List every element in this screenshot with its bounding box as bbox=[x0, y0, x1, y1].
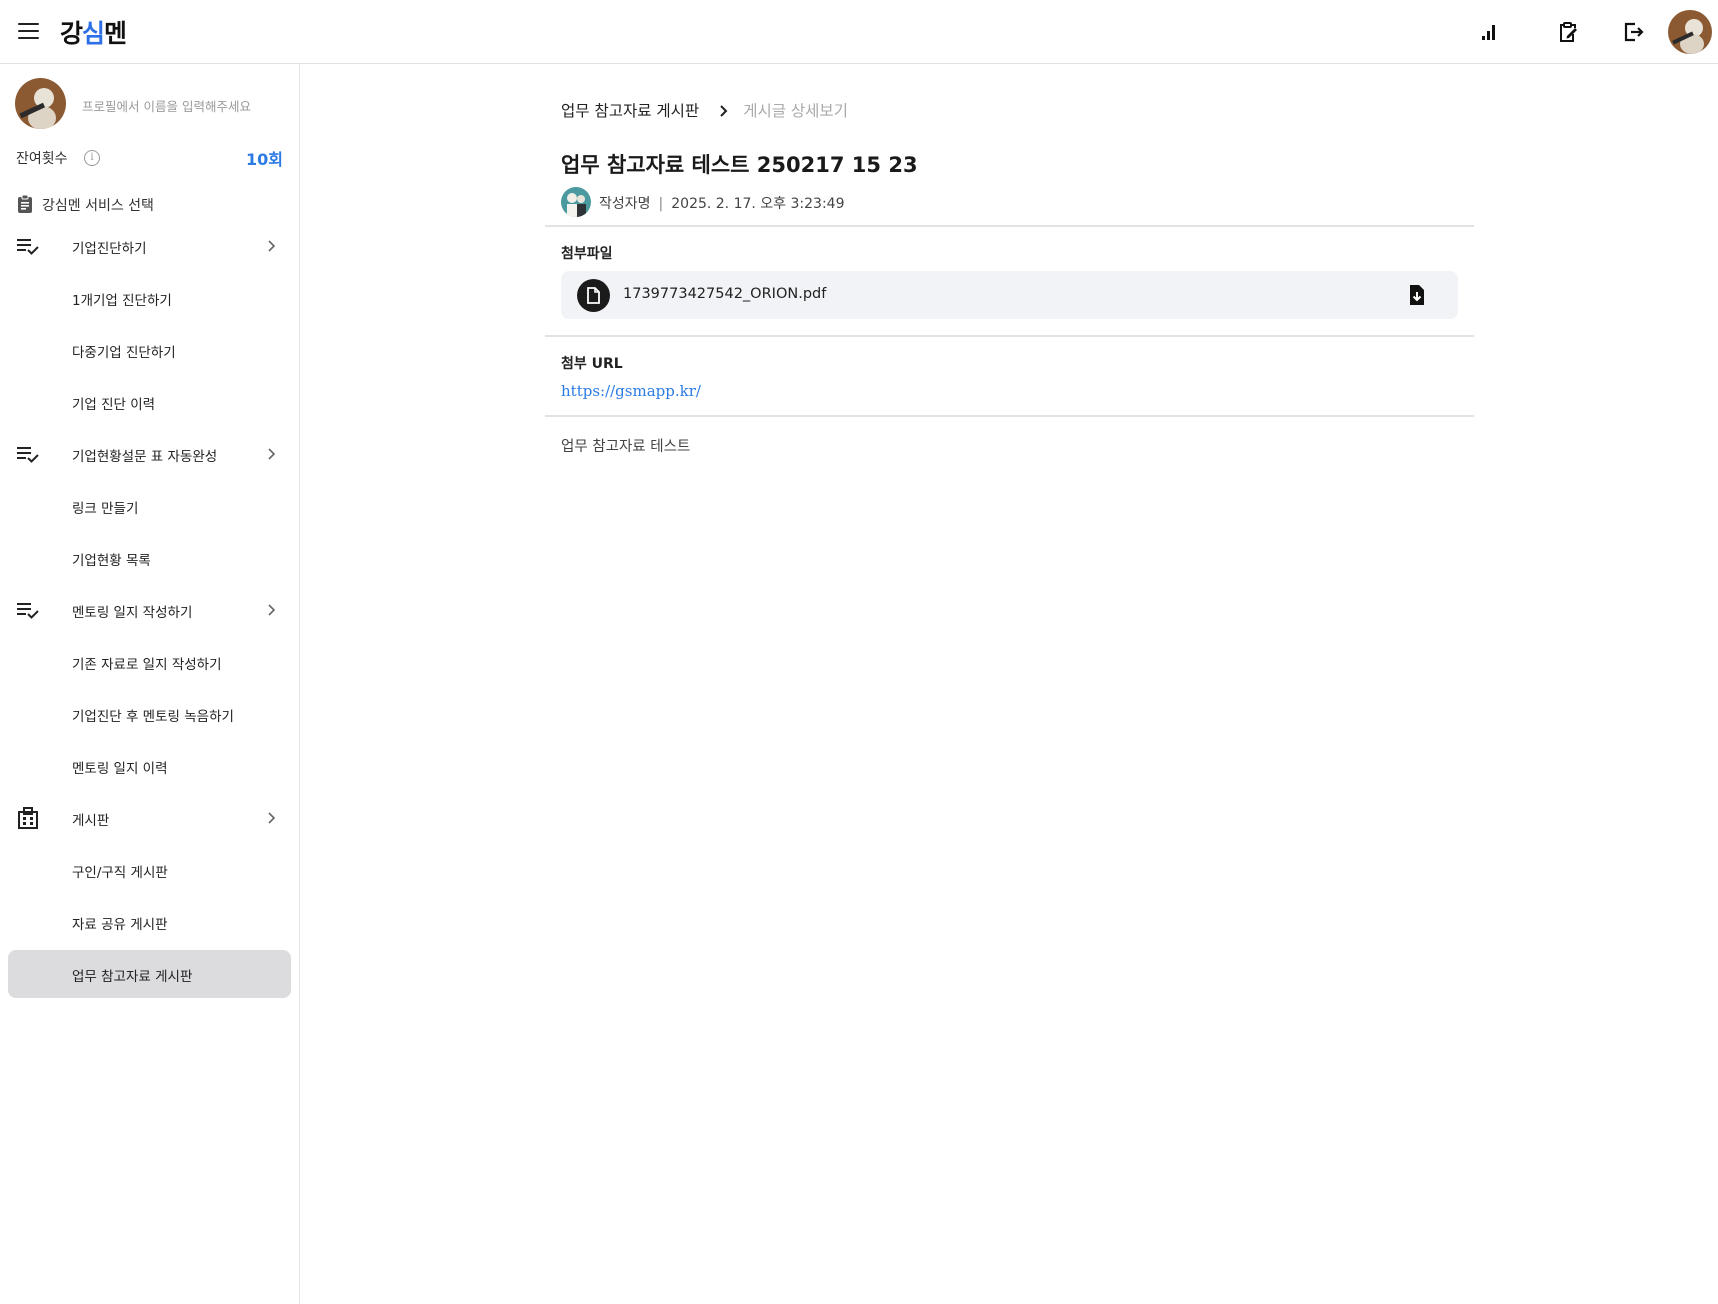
sidebar-item-company-status-list[interactable]: 기업현황 목록 bbox=[8, 534, 291, 582]
menu-icon[interactable] bbox=[18, 23, 39, 39]
profile-avatar[interactable] bbox=[15, 78, 66, 129]
post-datetime: 2025. 2. 17. 오후 3:23:49 bbox=[671, 196, 845, 212]
post-body: 업무 참고자료 테스트 bbox=[561, 439, 691, 455]
bar-chart-icon[interactable] bbox=[1477, 19, 1503, 45]
sidebar-item-label: 기업현황 목록 bbox=[72, 553, 151, 569]
sidebar-group-label: 기업현황설문 표 자동완성 bbox=[72, 449, 218, 465]
file-download-icon[interactable] bbox=[1406, 284, 1428, 306]
sidebar-item-label: 멘토링 일지 이력 bbox=[72, 761, 168, 777]
chevron-right-icon bbox=[268, 240, 276, 252]
sidebar-item-label: 기업진단 후 멘토링 녹음하기 bbox=[72, 709, 234, 725]
app-logo[interactable]: 강심멘 bbox=[60, 14, 127, 50]
sidebar-item-label: 기존 자료로 일지 작성하기 bbox=[72, 657, 222, 673]
checklist-icon bbox=[17, 603, 39, 619]
attachment-label: 첨부파일 bbox=[561, 246, 613, 262]
meta-separator: | bbox=[658, 196, 664, 212]
sidebar-item-record-mentoring[interactable]: 기업진단 후 멘토링 녹음하기 bbox=[8, 690, 291, 738]
clipboard-edit-icon[interactable] bbox=[1555, 19, 1581, 45]
sidebar-item-mentoring-history[interactable]: 멘토링 일지 이력 bbox=[8, 742, 291, 790]
chevron-right-icon bbox=[719, 104, 729, 122]
sidebar-item-data-sharing-board[interactable]: 자료 공유 게시판 bbox=[8, 898, 291, 946]
checklist-icon bbox=[17, 239, 39, 255]
sidebar-group-label: 멘토링 일지 작성하기 bbox=[72, 605, 193, 621]
divider bbox=[545, 415, 1474, 417]
url-label: 첨부 URL bbox=[561, 356, 623, 372]
sidebar-group-mentoring-log[interactable]: 멘토링 일지 작성하기 bbox=[8, 586, 291, 634]
divider bbox=[545, 335, 1474, 337]
chevron-right-icon bbox=[268, 448, 276, 460]
sidebar: 프로필에서 이름을 입력해주세요 잔여횟수 i 10회 강심멘 서비스 선택 기… bbox=[0, 64, 300, 1304]
sidebar-item-work-reference-board[interactable]: 업무 참고자료 게시판 bbox=[8, 950, 291, 998]
sidebar-item-single-diagnosis[interactable]: 1개기업 진단하기 bbox=[8, 274, 291, 322]
file-icon bbox=[577, 279, 610, 312]
post-meta: 작성자명 | 2025. 2. 17. 오후 3:23:49 bbox=[599, 193, 844, 213]
breadcrumb-parent[interactable]: 업무 참고자료 게시판 bbox=[561, 102, 699, 120]
sidebar-item-log-from-existing[interactable]: 기존 자료로 일지 작성하기 bbox=[8, 638, 291, 686]
board-icon bbox=[18, 807, 38, 829]
service-select-title: 강심멘 서비스 선택 bbox=[16, 194, 154, 217]
divider bbox=[545, 225, 1474, 227]
post-author: 작성자명 bbox=[599, 196, 651, 212]
sidebar-group-diagnosis[interactable]: 기업진단하기 bbox=[8, 222, 291, 270]
profile-name-placeholder: 프로필에서 이름을 입력해주세요 bbox=[82, 99, 251, 114]
sidebar-item-label: 기업 진단 이력 bbox=[72, 397, 156, 413]
checklist-icon bbox=[17, 447, 39, 463]
chevron-right-icon bbox=[268, 604, 276, 616]
chevron-right-icon bbox=[268, 812, 276, 824]
service-select-label: 강심멘 서비스 선택 bbox=[42, 198, 154, 214]
breadcrumb: 업무 참고자료 게시판 게시글 상세보기 bbox=[561, 99, 848, 122]
sidebar-item-label: 구인/구직 게시판 bbox=[72, 865, 168, 881]
sidebar-item-label: 자료 공유 게시판 bbox=[72, 917, 168, 933]
sidebar-item-label: 업무 참고자료 게시판 bbox=[72, 969, 193, 985]
sidebar-item-label: 1개기업 진단하기 bbox=[72, 293, 172, 309]
attachment-url-link[interactable]: https://gsmapp.kr/ bbox=[561, 382, 701, 400]
info-icon[interactable]: i bbox=[84, 150, 100, 166]
author-avatar bbox=[561, 187, 591, 217]
sidebar-group-label: 기업진단하기 bbox=[72, 241, 147, 257]
attachment-file[interactable]: 1739773427542_ORION.pdf bbox=[561, 271, 1458, 319]
sidebar-group-label: 게시판 bbox=[72, 813, 110, 829]
top-bar: 강심멘 bbox=[0, 0, 1718, 64]
attachment-filename[interactable]: 1739773427542_ORION.pdf bbox=[623, 286, 826, 302]
sidebar-item-multi-diagnosis[interactable]: 다중기업 진단하기 bbox=[8, 326, 291, 374]
sidebar-item-diagnosis-history[interactable]: 기업 진단 이력 bbox=[8, 378, 291, 426]
breadcrumb-current: 게시글 상세보기 bbox=[743, 102, 848, 120]
post-title: 업무 참고자료 테스트 250217 15 23 bbox=[561, 153, 918, 177]
sidebar-item-job-board[interactable]: 구인/구직 게시판 bbox=[8, 846, 291, 894]
remaining-count: 10회 bbox=[246, 150, 283, 169]
user-avatar[interactable] bbox=[1668, 10, 1712, 54]
sidebar-item-create-link[interactable]: 링크 만들기 bbox=[8, 482, 291, 530]
sidebar-item-label: 링크 만들기 bbox=[72, 501, 139, 517]
clipboard-icon bbox=[16, 194, 34, 217]
remaining-count-label: 잔여횟수 bbox=[16, 151, 68, 167]
sidebar-group-survey-autofill[interactable]: 기업현황설문 표 자동완성 bbox=[8, 430, 291, 478]
sidebar-group-board[interactable]: 게시판 bbox=[8, 794, 291, 842]
sidebar-item-label: 다중기업 진단하기 bbox=[72, 345, 176, 361]
logout-icon[interactable] bbox=[1621, 19, 1647, 45]
